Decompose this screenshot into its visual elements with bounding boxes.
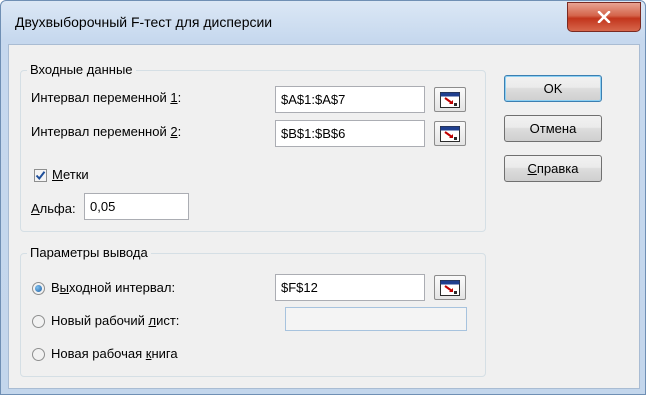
variable1-range-label: Интервал переменной 1: [31,90,182,105]
new-workbook-radio[interactable] [32,348,45,361]
dialog-title: Двухвыборочный F-тест для дисперсии [15,14,273,30]
output-range-radio[interactable] [32,282,45,295]
new-workbook-label[interactable]: Новая рабочая книга [51,345,178,363]
variable1-range-select-button[interactable] [434,87,466,112]
new-sheet-label[interactable]: Новый рабочий лист: [51,312,179,330]
output-range-input[interactable]: $F$12 [275,274,425,301]
variable1-range-input[interactable]: $A$1:$A$7 [275,86,425,113]
close-icon [597,11,611,23]
variable2-range-input[interactable]: $B$1:$B$6 [275,120,425,147]
variable2-range-label: Интервал переменной 2: [31,124,182,139]
input-group-title: Входные данные [27,62,136,78]
output-range-label[interactable]: Выходной интервал: [51,279,175,297]
new-sheet-input[interactable] [285,307,467,331]
range-select-icon [440,91,460,108]
alpha-label: Альфа: [31,201,76,216]
range-select-icon [440,279,460,296]
ok-button[interactable]: OK [504,75,602,102]
help-button[interactable]: Справка [504,155,602,182]
labels-checkbox-label[interactable]: Метки [52,166,89,184]
close-button[interactable] [567,2,641,32]
new-sheet-radio[interactable] [32,315,45,328]
output-range-select-button[interactable] [434,275,466,300]
title-bar[interactable]: Двухвыборочный F-тест для дисперсии [1,1,645,45]
range-select-icon [440,125,460,142]
dialog-body: Входные данные Интервал переменной 1: $A… [8,44,640,389]
variable2-range-select-button[interactable] [434,121,466,146]
dialog-window: Двухвыборочный F-тест для дисперсии Вход… [0,0,646,395]
alpha-input[interactable]: 0,05 [84,193,189,220]
labels-checkbox[interactable] [34,169,47,182]
checkmark-icon [35,171,46,181]
output-group-title: Параметры вывода [27,245,151,261]
cancel-button[interactable]: Отмена [504,115,602,142]
